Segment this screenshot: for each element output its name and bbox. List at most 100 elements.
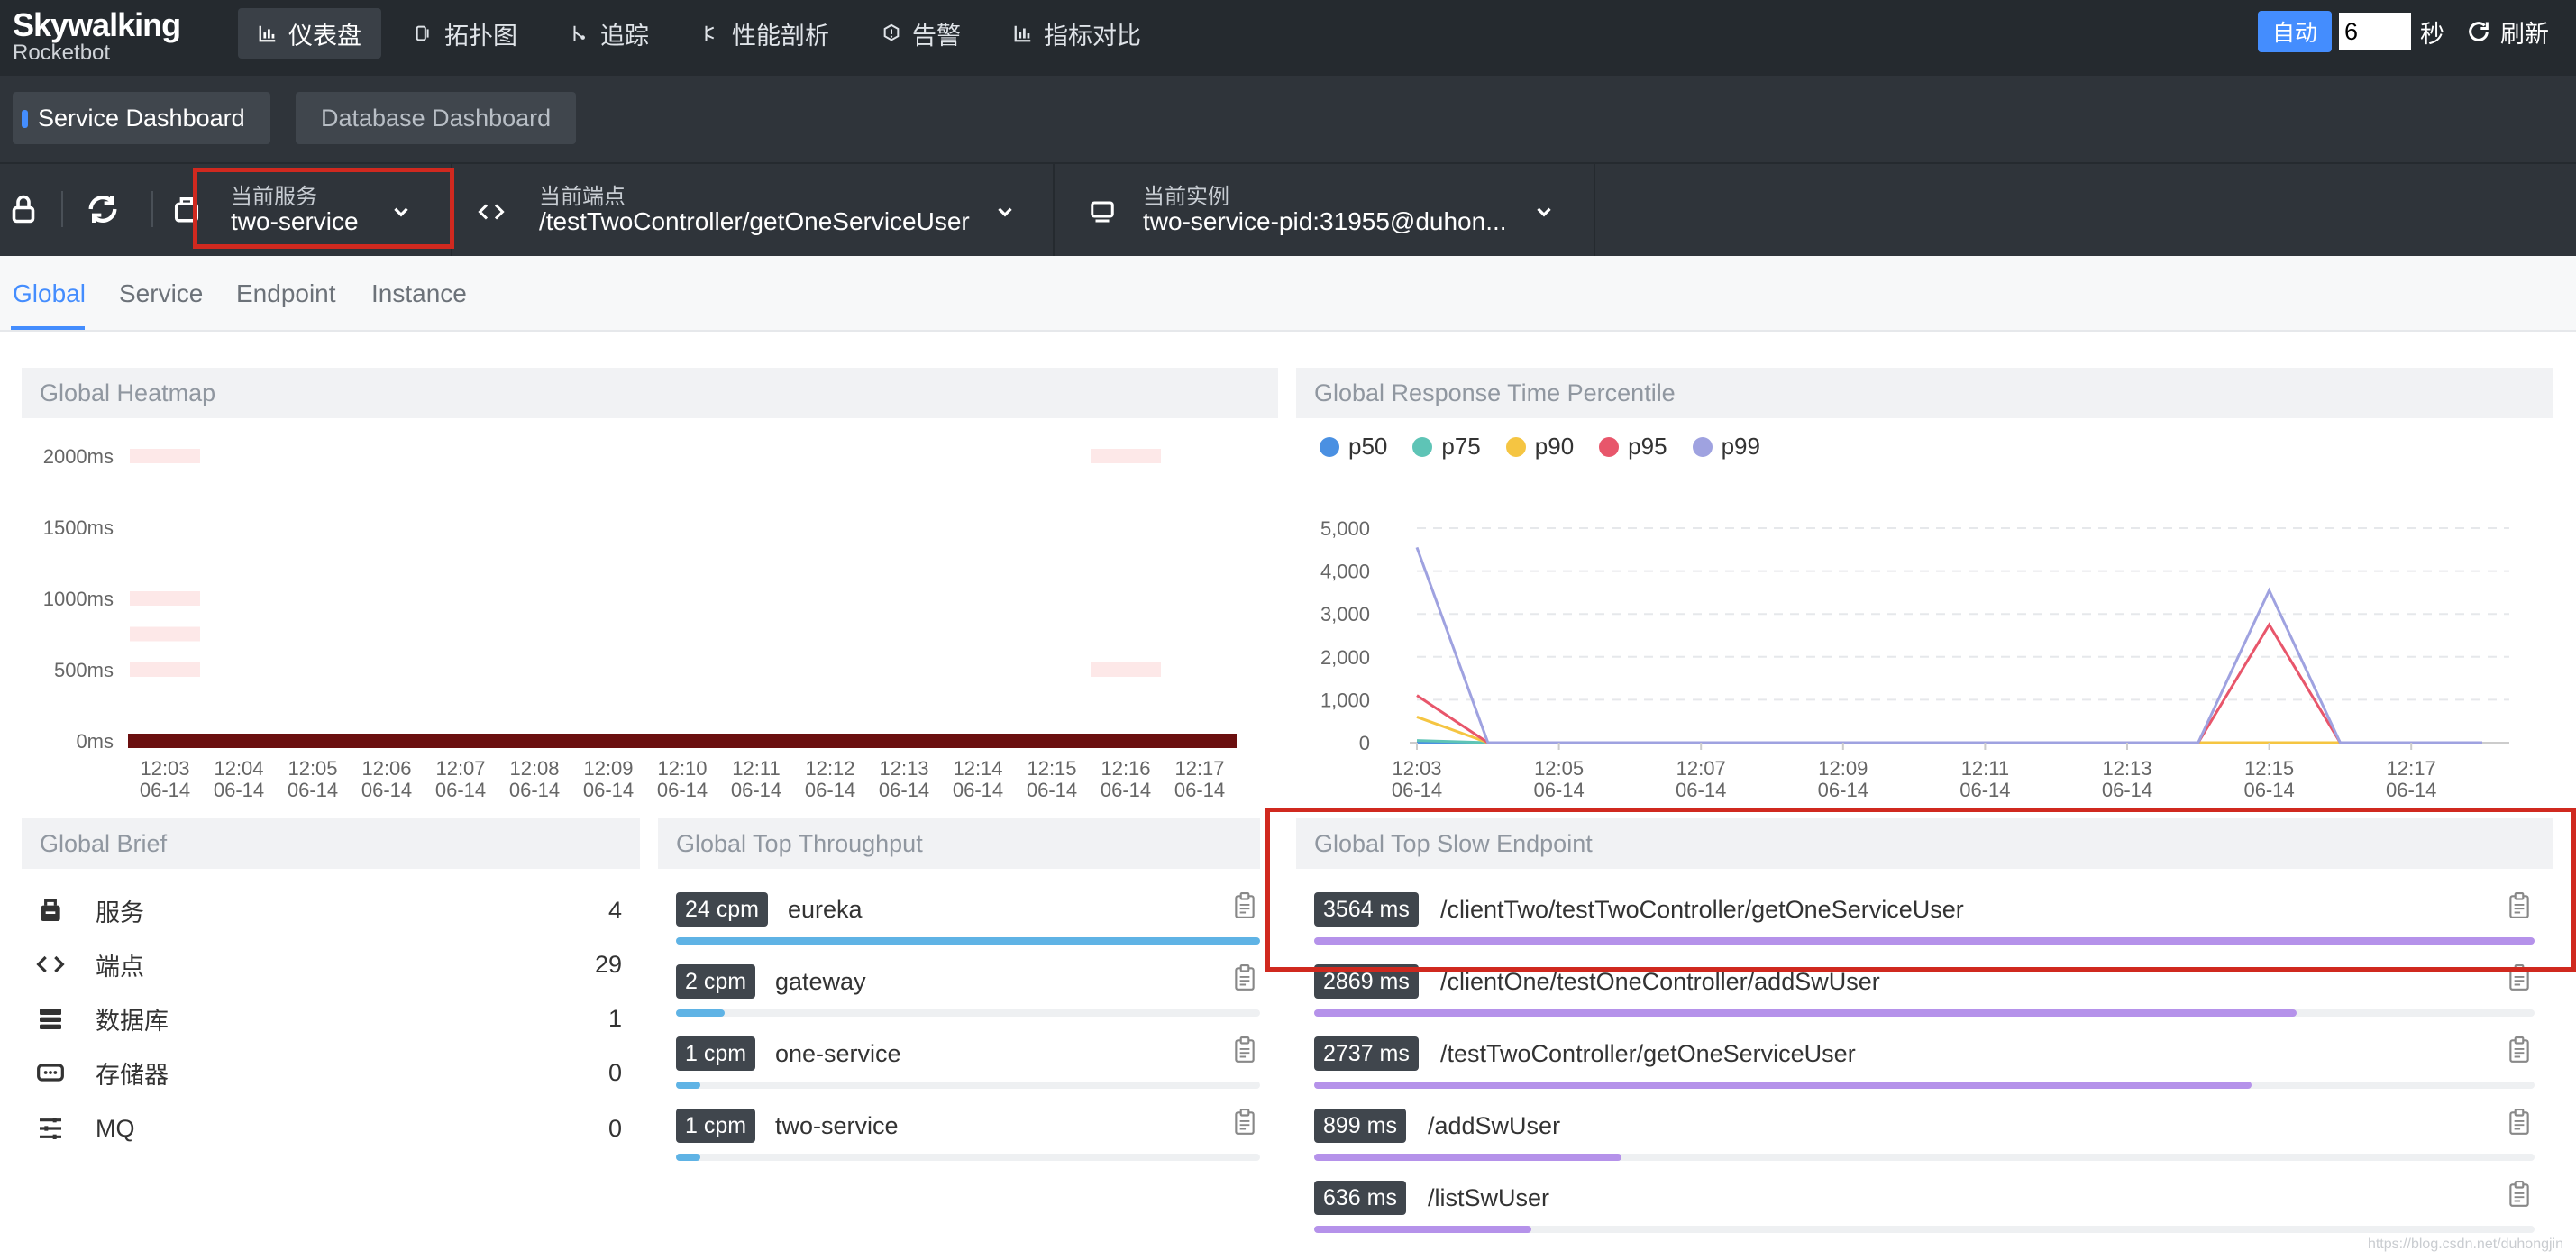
legend-item-p90[interactable]: p90 — [1505, 433, 1574, 461]
nav-alarm[interactable]: 告警 — [862, 8, 981, 59]
tab-service[interactable]: Service — [119, 279, 203, 308]
y-tick-label: 3,000 — [1320, 603, 1370, 625]
heatmap-base-cell — [571, 734, 645, 748]
legend-item-p50[interactable]: p50 — [1320, 433, 1387, 461]
clipboard-icon[interactable] — [2507, 1181, 2531, 1208]
x-tick-date: 06-14 — [1818, 779, 1868, 801]
compare-chart-icon — [1014, 25, 1031, 42]
heatmap-base-cell — [350, 734, 424, 748]
main-nav: 仪表盘 拓扑图 追踪 性能剖析 告警 指标对比 — [238, 8, 1174, 59]
brief-label: MQ — [96, 1114, 135, 1142]
interval-input[interactable] — [2339, 13, 2411, 50]
nav-dashboard-label: 仪表盘 — [288, 22, 361, 50]
progress-fill — [1314, 1226, 1531, 1233]
y-tick-label: 4,000 — [1320, 561, 1370, 583]
database-icon — [40, 1009, 61, 1029]
tab-service-dashboard[interactable]: Service Dashboard — [13, 92, 270, 144]
slow-endpoint-row[interactable]: 899 ms/addSwUser — [1314, 1105, 2535, 1163]
tab-database-dashboard[interactable]: Database Dashboard — [296, 92, 577, 144]
clipboard-icon[interactable] — [1233, 964, 1256, 991]
progress-track — [1314, 1226, 2535, 1233]
logo: Skywalking Rocketbot — [13, 7, 181, 65]
progress-fill — [676, 1009, 725, 1017]
clipboard-icon[interactable] — [1233, 1036, 1256, 1064]
heatmap-x-tick: 12:12 — [805, 757, 854, 780]
topology-icon — [416, 25, 429, 41]
legend-swatch — [1692, 436, 1713, 457]
profile-icon — [705, 25, 715, 41]
clipboard-icon[interactable] — [1233, 892, 1256, 919]
nav-topology[interactable]: 拓扑图 — [394, 8, 537, 59]
slow-endpoint-row[interactable]: 636 ms/listSwUser — [1314, 1177, 2535, 1235]
lock-icon[interactable] — [7, 191, 40, 227]
progress-track — [676, 1154, 1260, 1161]
series-line-p90 — [1416, 716, 2482, 744]
brief-row-databases: 数据库 1 — [36, 1000, 622, 1036]
clipboard-icon[interactable] — [2507, 1109, 2531, 1136]
nav-dashboard[interactable]: 仪表盘 — [238, 8, 381, 59]
tab-instance[interactable]: Instance — [371, 279, 467, 308]
heatmap-x-tick: 12:11 — [732, 757, 780, 780]
endpoint-selector-label: 当前端点 — [539, 185, 626, 209]
nav-trace[interactable]: 追踪 — [550, 8, 669, 59]
brief-value: 1 — [607, 1004, 622, 1032]
progress-track — [676, 1009, 1260, 1017]
x-tick-label: 12:03 — [1392, 757, 1441, 780]
throughput-row[interactable]: 2 cpm gateway — [676, 961, 1260, 1018]
progress-track — [676, 937, 1260, 945]
heatmap-x-tick: 12:09 — [583, 757, 633, 780]
heatmap-cell — [130, 626, 200, 642]
brief-value: 0 — [607, 1058, 622, 1086]
slow-endpoint-row[interactable]: 2737 ms/testTwoController/getOneServiceU… — [1314, 1033, 2535, 1091]
clipboard-icon[interactable] — [1233, 1109, 1256, 1136]
y-tick-label: 1,000 — [1320, 689, 1370, 711]
mq-icon — [40, 1118, 61, 1139]
progress-fill — [1314, 1082, 2252, 1089]
heatmap-base-cell — [645, 734, 719, 748]
nav-compare[interactable]: 指标对比 — [993, 8, 1161, 59]
refresh-label: 刷新 — [2500, 20, 2549, 48]
brief-row-endpoints: 端点 29 — [36, 946, 622, 982]
x-tick-label: 12:07 — [1676, 757, 1726, 780]
heatmap-x-tick: 12:17 — [1174, 757, 1224, 780]
heatmap-x-tick: 12:16 — [1101, 757, 1150, 780]
heatmap-x-tick: 12:05 — [288, 757, 337, 780]
heatmap-x-date: 06-14 — [953, 779, 1003, 801]
heatmap-base-cell — [498, 734, 571, 748]
throughput-row[interactable]: 1 cpm two-service — [676, 1105, 1260, 1163]
package-icon — [41, 899, 60, 921]
heatmap-base-cell — [719, 734, 793, 748]
clipboard-icon[interactable] — [2507, 1036, 2531, 1064]
legend-item-p75[interactable]: p75 — [1412, 433, 1481, 461]
throughput-row[interactable]: 1 cpm one-service — [676, 1033, 1260, 1091]
x-tick-date: 06-14 — [1676, 779, 1726, 801]
throughput-row[interactable]: 24 cpm eureka — [676, 889, 1260, 946]
endpoint-selector-value: /testTwoController/getOneServiceUser — [539, 207, 970, 235]
brief-value: 29 — [594, 950, 622, 978]
refresh-button[interactable]: 刷新 — [2466, 14, 2549, 50]
endpoint-selector[interactable]: 当前端点 /testTwoController/getOneServiceUse… — [452, 164, 1055, 258]
nav-profile[interactable]: 性能剖析 — [681, 8, 849, 59]
heatmap-x-tick: 12:07 — [435, 757, 485, 780]
x-tick-label: 12:05 — [1534, 757, 1584, 780]
chevron-down-icon — [1537, 207, 1551, 217]
tab-global[interactable]: Global — [13, 279, 86, 308]
sync-icon[interactable] — [85, 191, 121, 227]
heatmap-panel-title: Global Heatmap — [22, 368, 1278, 418]
tab-endpoint[interactable]: Endpoint — [236, 279, 336, 308]
nav-trace-label: 追踪 — [600, 22, 649, 50]
legend-item-p95[interactable]: p95 — [1599, 433, 1667, 461]
legend-item-p99[interactable]: p99 — [1692, 433, 1760, 461]
nav-profile-label: 性能剖析 — [732, 22, 829, 50]
storage-icon — [37, 1064, 64, 1082]
heatmap-y-tick: 0ms — [76, 730, 114, 753]
instance-selector[interactable]: 当前实例 two-service-pid:31955@duhon... — [1055, 164, 1595, 258]
divider — [151, 191, 153, 227]
y-tick-label: 2,000 — [1320, 646, 1370, 669]
heatmap-x-date: 06-14 — [805, 779, 855, 801]
auto-refresh-button[interactable]: 自动 — [2257, 11, 2332, 52]
value-badge: 1 cpm — [676, 1036, 756, 1071]
brief-value: 4 — [607, 896, 622, 924]
top-bar: Skywalking Rocketbot 仪表盘 拓扑图 追踪 性能剖析 告警 … — [0, 0, 2576, 76]
legend-swatch — [1412, 436, 1433, 457]
